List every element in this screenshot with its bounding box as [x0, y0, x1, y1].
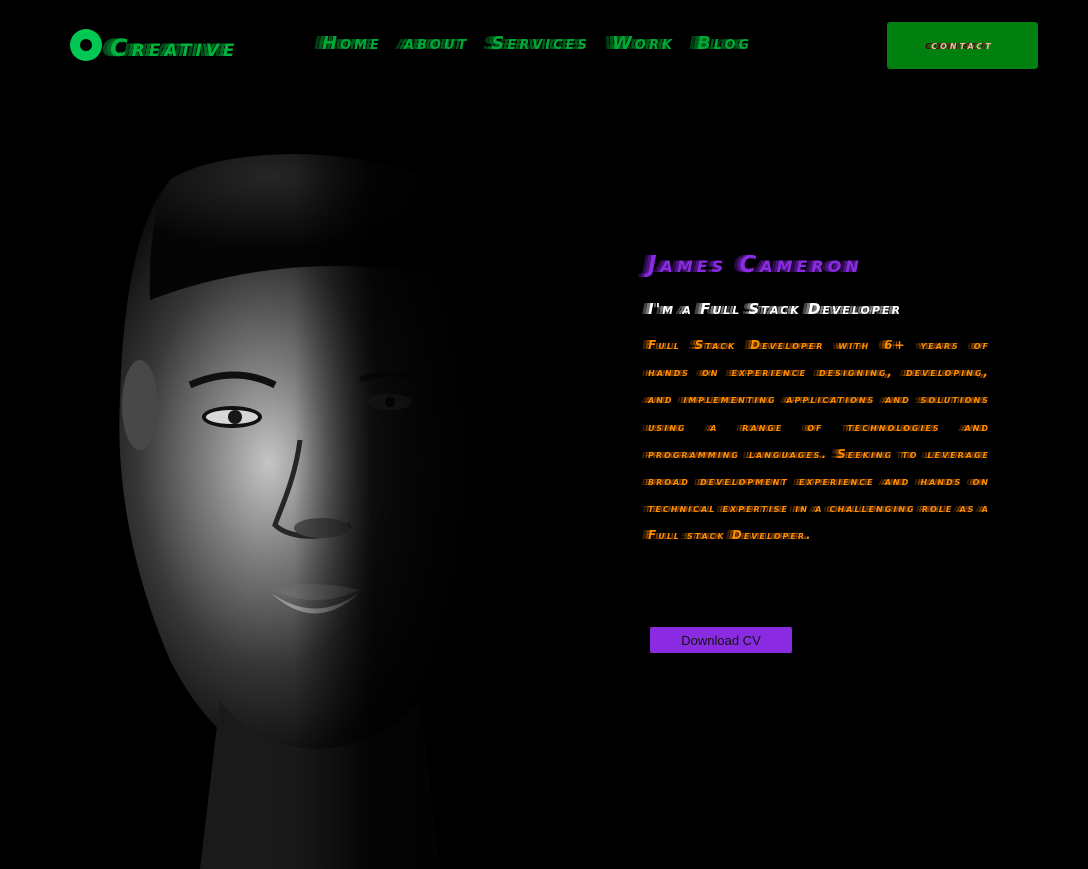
ring-logo-icon	[70, 29, 102, 61]
main-nav: Home about Services Work Blog	[322, 33, 774, 54]
nav-item-services[interactable]: Services	[491, 33, 590, 54]
hero-name: James Cameron	[648, 252, 863, 278]
nav-item-about[interactable]: about	[404, 33, 469, 54]
hero-role: I'm a Full Stack Developer	[648, 300, 902, 318]
ring-logo-center	[80, 39, 92, 51]
logo[interactable]: Creative	[70, 27, 239, 63]
contact-button[interactable]: contact	[887, 22, 1038, 69]
download-cv-button[interactable]: Download CV	[650, 627, 792, 653]
nav-item-home[interactable]: Home	[322, 33, 382, 54]
logo-text: Creative	[110, 34, 239, 62]
hero-section: James Cameron I'm a Full Stack Developer…	[648, 252, 990, 550]
nav-item-blog[interactable]: Blog	[697, 33, 752, 54]
portrait-image	[60, 140, 580, 869]
hero-description: Full Stack Developer with 6+ years of ha…	[648, 338, 990, 543]
site-header: Creative Home about Services Work Blog c…	[0, 0, 1088, 90]
page: Creative Home about Services Work Blog c…	[0, 0, 1088, 869]
nav-item-work[interactable]: Work	[612, 33, 675, 54]
